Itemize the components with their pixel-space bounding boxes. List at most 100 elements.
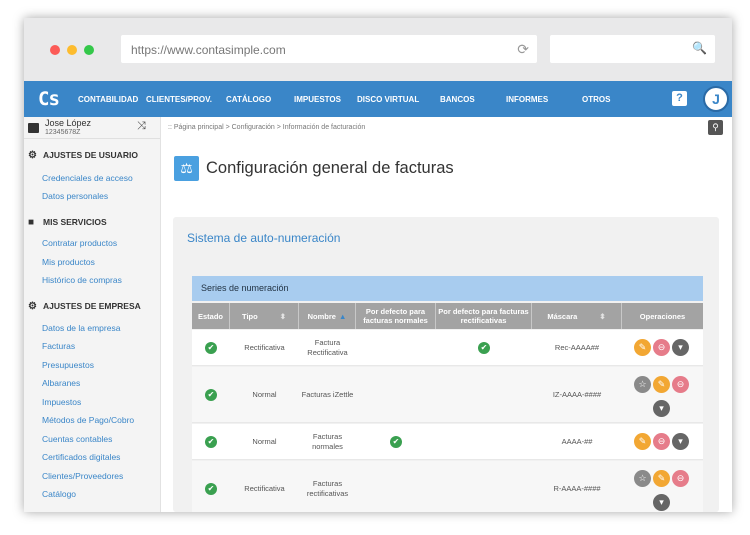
logo[interactable]: Cs xyxy=(38,88,60,110)
nav-disco-virtual[interactable]: DISCO VIRTUAL xyxy=(357,95,419,104)
section-title: MIS SERVICIOS xyxy=(43,217,107,227)
row-operations: ✎ ⊖ ▾ xyxy=(634,433,689,450)
delete-icon[interactable]: ⊖ xyxy=(653,433,670,450)
row-operations-more: ▾ xyxy=(653,400,670,417)
help-icon[interactable]: ? xyxy=(672,91,687,106)
sidebar-item-mis-productos[interactable]: Mis productos xyxy=(42,257,95,267)
nav-impuestos[interactable]: IMPUESTOS xyxy=(294,95,341,104)
estado-cell: ✔ xyxy=(192,367,230,422)
nav-clientes[interactable]: CLIENTES/PROV. xyxy=(146,95,212,104)
section-title: AJUSTES DE EMPRESA xyxy=(43,301,141,311)
user-card-icon xyxy=(28,123,39,133)
user-id: 12345678Z xyxy=(45,129,81,136)
row-operations-more: ▾ xyxy=(653,494,670,511)
delete-icon[interactable]: ⊖ xyxy=(672,470,689,487)
star-icon[interactable]: ☆ xyxy=(634,470,651,487)
sort-icon: ⬍ xyxy=(599,311,606,321)
estado-cell: ✔ xyxy=(192,330,230,365)
sort-asc-icon: ▲ xyxy=(338,311,347,321)
table-row: ✔ Rectificativa Factura Rectificativa ✔ … xyxy=(192,330,703,366)
edit-icon[interactable]: ✎ xyxy=(653,376,670,393)
col-operaciones: Operaciones xyxy=(639,311,686,321)
check-icon: ✔ xyxy=(205,341,217,354)
tipo-cell: Normal xyxy=(252,389,277,399)
row-operations: ☆ ✎ ⊖ xyxy=(634,376,689,393)
nombre-cell: Factura Rectificativa xyxy=(307,337,348,357)
chevron-down-icon[interactable]: ▾ xyxy=(672,433,689,450)
search-icon[interactable]: ⚲ xyxy=(708,120,723,135)
row-operations: ✎ ⊖ ▾ xyxy=(634,339,689,356)
estado-cell: ✔ xyxy=(192,424,230,459)
col-default-normales[interactable]: Por defecto para facturas normales xyxy=(356,303,436,329)
sidebar-item-cuentas[interactable]: Cuentas contables xyxy=(42,434,112,444)
col-nombre[interactable]: Nombre ▲ xyxy=(299,303,356,329)
sidebar-item-datos-personales[interactable]: Datos personales xyxy=(42,191,108,201)
url-text: https://www.contasimple.com xyxy=(131,43,286,57)
table-header: Estado Tipo ⬍ Nombre ▲ Por defecto para fa… xyxy=(192,303,703,329)
col-default-rectificativas[interactable]: Por defecto para facturas rectificativas xyxy=(436,303,532,329)
panel-title: Sistema de auto-numeración xyxy=(187,231,341,245)
table-title: Series de numeración xyxy=(192,276,703,301)
nav-bancos[interactable]: BANCOS xyxy=(440,95,475,104)
chevron-down-icon[interactable]: ▾ xyxy=(653,400,670,417)
close-window-button[interactable] xyxy=(50,45,60,55)
browser-search-input[interactable]: 🔍 xyxy=(550,35,715,63)
sidebar-item-presupuestos[interactable]: Presupuestos xyxy=(42,360,94,370)
edit-icon[interactable]: ✎ xyxy=(634,339,651,356)
browser-chrome: https://www.contasimple.com ⟳ 🔍 xyxy=(24,18,732,81)
section-ajustes-usuario: ⚙ AJUSTES DE USUARIO xyxy=(28,150,138,161)
sidebar-item-albaranes[interactable]: Albaranes xyxy=(42,378,80,388)
section-title: AJUSTES DE USUARIO xyxy=(43,150,138,160)
edit-icon[interactable]: ✎ xyxy=(653,470,670,487)
check-icon: ✔ xyxy=(205,388,217,401)
sort-icon: ⬍ xyxy=(279,311,286,321)
mascara-cell: IZ-AAAA-#### xyxy=(552,389,602,399)
avatar[interactable]: J xyxy=(703,86,729,112)
mascara-cell: Rec-AAAA## xyxy=(554,342,600,352)
delete-icon[interactable]: ⊖ xyxy=(672,376,689,393)
nav-catalogo[interactable]: CATÁLOGO xyxy=(226,95,271,104)
col-tipo[interactable]: Tipo ⬍ xyxy=(230,303,299,329)
maximize-window-button[interactable] xyxy=(84,45,94,55)
sidebar-item-catalogo[interactable]: Catálogo xyxy=(42,489,76,499)
chevron-down-icon[interactable]: ▾ xyxy=(653,494,670,511)
sidebar-item-metodos-pago[interactable]: Métodos de Pago/Cobro xyxy=(42,415,134,425)
nombre-cell: Facturas normales xyxy=(312,431,343,451)
sidebar-item-facturas[interactable]: Facturas xyxy=(42,341,75,351)
check-icon: ✔ xyxy=(205,435,217,448)
col-mascara[interactable]: Máscara ⬍ xyxy=(532,303,622,329)
nav-otros[interactable]: OTROS xyxy=(582,95,610,104)
sidebar-item-certificados[interactable]: Certificados digitales xyxy=(42,452,120,462)
check-icon: ✔ xyxy=(390,435,402,448)
switch-company-icon[interactable]: ⤨ xyxy=(137,120,146,133)
edit-icon[interactable]: ✎ xyxy=(634,433,651,450)
mascara-cell: AAAA-## xyxy=(561,436,593,446)
col-label: Nombre xyxy=(307,311,336,321)
tipo-cell: Rectificativa xyxy=(244,342,285,352)
address-bar[interactable]: https://www.contasimple.com ⟳ xyxy=(121,35,537,63)
col-label: Tipo xyxy=(242,311,258,321)
sidebar-item-contratar[interactable]: Contratar productos xyxy=(42,238,117,248)
nav-contabilidad[interactable]: CONTABILIDAD xyxy=(78,95,138,104)
breadcrumb: :: Página principal > Configuración > In… xyxy=(168,124,366,131)
star-icon[interactable]: ☆ xyxy=(634,376,651,393)
nav-informes[interactable]: INFORMES xyxy=(506,95,548,104)
sidebar-item-impuestos[interactable]: Impuestos xyxy=(42,397,81,407)
autonumbering-panel: Sistema de auto-numeración Series de num… xyxy=(173,217,719,512)
section-mis-servicios: ■ MIS SERVICIOS xyxy=(28,217,107,228)
table-row: ✔ Normal Facturas iZettle IZ-AAAA-#### ☆… xyxy=(192,367,703,423)
sidebar: Jose López 12345678Z ⤨ ⚙ AJUSTES DE USUAR… xyxy=(24,117,161,512)
sidebar-item-clientes-proveedores[interactable]: Clientes/Proveedores xyxy=(42,471,123,481)
top-nav: Cs CONTABILIDAD CLIENTES/PROV. CATÁLOGO … xyxy=(24,81,732,117)
sidebar-item-credenciales[interactable]: Credenciales de acceso xyxy=(42,173,133,183)
reload-icon[interactable]: ⟳ xyxy=(517,41,529,58)
delete-icon[interactable]: ⊖ xyxy=(653,339,670,356)
default-normal-cell: ✔ xyxy=(356,424,436,459)
chevron-down-icon[interactable]: ▾ xyxy=(672,339,689,356)
minimize-window-button[interactable] xyxy=(67,45,77,55)
sidebar-item-datos-empresa[interactable]: Datos de la empresa xyxy=(42,323,120,333)
sidebar-item-historico[interactable]: Histórico de compras xyxy=(42,275,122,285)
row-operations: ☆ ✎ ⊖ xyxy=(634,470,689,487)
bag-icon: ■ xyxy=(28,217,35,228)
col-estado[interactable]: Estado xyxy=(192,303,230,329)
